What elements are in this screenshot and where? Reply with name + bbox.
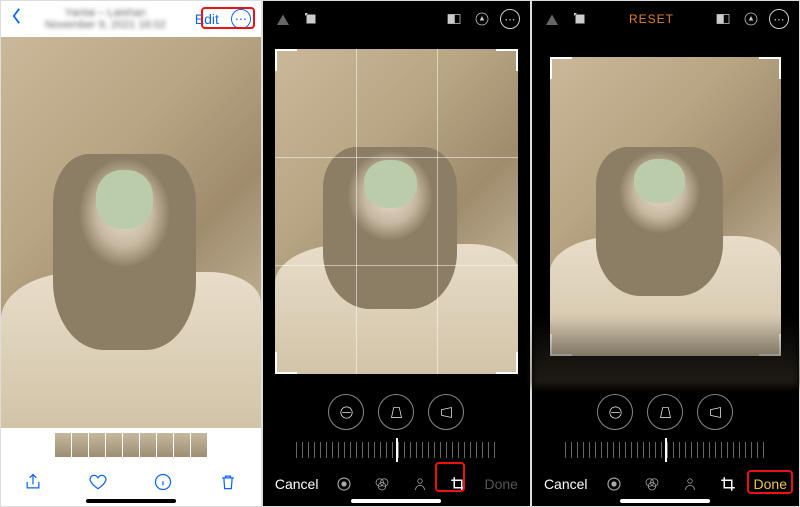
back-chevron-icon[interactable] [11,7,22,31]
transform-tools [263,386,530,438]
more-options-icon[interactable]: ⋯ [500,9,520,29]
crop-handle-tr[interactable] [496,49,518,71]
aspect-ratio-icon[interactable] [444,9,464,29]
cancel-button[interactable]: Cancel [275,476,319,492]
vertical-perspective-button[interactable] [378,394,414,430]
crop-handle-bl[interactable] [275,352,297,374]
annotation-highlight-crop [435,462,465,492]
rotate-icon[interactable] [570,9,590,29]
thumbnail[interactable] [140,433,156,457]
thumbnail[interactable] [123,433,139,457]
filters-mode-icon[interactable] [642,474,662,494]
crop-canvas[interactable] [263,37,530,386]
crop-mode-icon[interactable] [718,474,738,494]
horizontal-perspective-button[interactable] [697,394,733,430]
grid-line [356,49,357,374]
thumbnail[interactable] [174,433,190,457]
portrait-mode-icon[interactable] [410,474,430,494]
reset-button[interactable]: RESET [629,12,674,26]
home-indicator[interactable] [86,499,176,503]
straighten-button[interactable] [328,394,364,430]
crop-handle-tl[interactable] [550,57,572,79]
portrait-mode-icon[interactable] [680,474,700,494]
thumbnail[interactable] [191,433,207,457]
cancel-button[interactable]: Cancel [544,476,588,492]
adjust-mode-icon[interactable] [604,474,624,494]
markup-icon[interactable] [741,9,761,29]
crop-overflow-blur [532,316,799,386]
edit-header: RESET ⋯ [532,1,799,37]
more-options-icon[interactable]: ⋯ [769,9,789,29]
flip-horizontal-icon[interactable] [273,9,293,29]
grid-line [275,265,518,266]
annotation-highlight-edit [201,7,255,29]
crop-handle-br[interactable] [496,352,518,374]
adjust-mode-icon[interactable] [334,474,354,494]
trash-icon[interactable] [218,472,238,497]
title-location: Yantai – Laishan [28,7,183,19]
title-datetime: November 9, 2021 16:02 [28,19,183,31]
vertical-perspective-button[interactable] [647,394,683,430]
thumbnail[interactable] [157,433,173,457]
aspect-ratio-icon[interactable] [713,9,733,29]
transform-tools [532,386,799,438]
crop-handle-tr[interactable] [759,57,781,79]
crop-handle-tl[interactable] [275,49,297,71]
annotation-highlight-done [747,470,793,494]
home-indicator[interactable] [351,499,441,503]
favorite-heart-icon[interactable] [88,472,108,497]
angle-ruler[interactable] [532,438,799,462]
share-icon[interactable] [23,472,43,497]
info-icon[interactable] [153,472,173,497]
grid-line [275,157,518,158]
angle-ruler[interactable] [263,438,530,462]
edit-crop-modified-screen: RESET ⋯ Cancel Done [531,0,800,507]
done-button[interactable]: Done [484,476,517,492]
horizontal-perspective-button[interactable] [428,394,464,430]
straighten-button[interactable] [597,394,633,430]
rotate-icon[interactable] [301,9,321,29]
photo-canvas[interactable] [1,37,261,428]
thumbnail-strip[interactable] [1,428,261,462]
edit-crop-screen: ⋯ Cancel Done [262,0,531,507]
edit-header: ⋯ [263,1,530,37]
thumbnail[interactable] [72,433,88,457]
photo-title: Yantai – Laishan November 9, 2021 16:02 [28,7,183,31]
filters-mode-icon[interactable] [372,474,392,494]
thumbnail[interactable] [89,433,105,457]
flip-horizontal-icon[interactable] [542,9,562,29]
thumbnail[interactable] [106,433,122,457]
home-indicator[interactable] [620,499,710,503]
grid-line [437,49,438,374]
photos-viewer-screen: Yantai – Laishan November 9, 2021 16:02 … [0,0,262,507]
thumbnail[interactable] [55,433,71,457]
crop-canvas[interactable] [532,37,799,386]
markup-icon[interactable] [472,9,492,29]
